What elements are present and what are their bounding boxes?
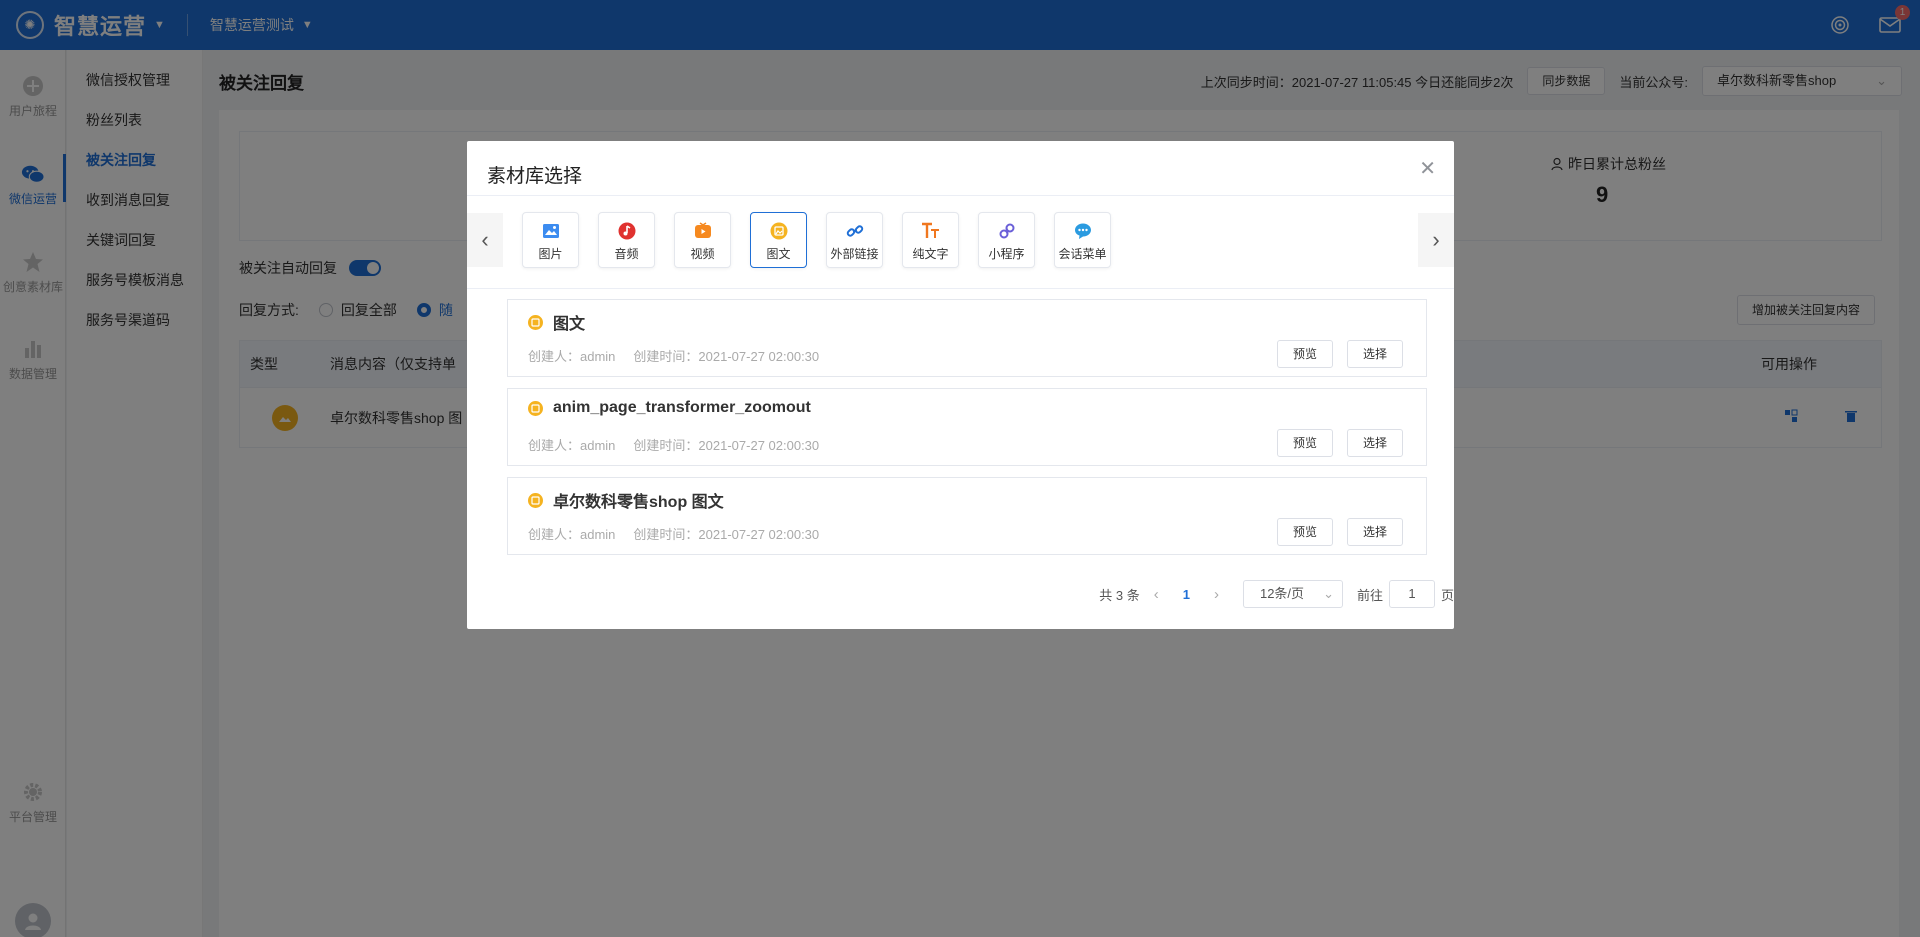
chat-menu-icon <box>1055 221 1110 241</box>
item-title: anim_page_transformer_zoomout <box>553 399 811 416</box>
dialog-title: 素材库选择 <box>487 166 583 187</box>
dialog-divider <box>467 288 1454 289</box>
item-creator: 创建人：admin <box>528 527 616 542</box>
article-icon <box>528 492 543 508</box>
pagination: 共 3 条 ‹ 1 › 12条/页 ⌄ 前往 1 页 <box>1099 579 1454 609</box>
select-button[interactable]: 选择 <box>1347 340 1403 368</box>
tab-label: 视频 <box>690 247 715 261</box>
material-library-dialog: 素材库选择 ✕ ‹ › 图片 音频 视频 图文 外部链接 纯文字 小程序 会话菜… <box>467 141 1454 629</box>
select-button[interactable]: 选择 <box>1347 429 1403 457</box>
item-title-row: anim_page_transformer_zoomout <box>528 399 811 417</box>
miniprogram-icon <box>979 221 1034 241</box>
tab-label: 小程序 <box>988 247 1025 261</box>
item-title: 图文 <box>553 316 586 333</box>
tab-plain-text[interactable]: 纯文字 <box>902 212 959 268</box>
tab-article[interactable]: 图文 <box>750 212 807 268</box>
chevron-left-icon: ‹ <box>481 227 489 252</box>
item-created-time: 创建时间：2021-07-27 02:00:30 <box>633 438 820 453</box>
list-item: 图文 创建人：admin 创建时间：2021-07-27 02:00:30 预览 … <box>507 299 1427 377</box>
chevron-down-icon: ⌄ <box>1323 586 1334 601</box>
goto-page-input[interactable]: 1 <box>1388 580 1435 608</box>
current-page[interactable]: 1 <box>1183 587 1190 602</box>
tab-mini-program[interactable]: 小程序 <box>978 212 1035 268</box>
tab-chat-menu[interactable]: 会话菜单 <box>1054 212 1111 268</box>
item-created-time: 创建时间：2021-07-27 02:00:30 <box>633 349 820 364</box>
pagination-total: 共 3 条 <box>1099 587 1140 603</box>
text-icon <box>903 221 958 241</box>
select-button[interactable]: 选择 <box>1347 518 1403 546</box>
tabs-prev-button[interactable]: ‹ <box>467 213 503 267</box>
item-title: 卓尔数科零售shop 图文 <box>553 494 724 511</box>
tab-label: 外部链接 <box>830 247 879 261</box>
tab-label: 图文 <box>766 247 791 261</box>
close-icon[interactable]: ✕ <box>1419 159 1436 179</box>
item-creator: 创建人：admin <box>528 438 616 453</box>
page-suffix: 页 <box>1440 587 1454 603</box>
video-icon <box>675 221 730 241</box>
item-meta: 创建人：admin 创建时间：2021-07-27 02:00:30 <box>528 524 819 543</box>
preview-button[interactable]: 预览 <box>1277 518 1333 546</box>
preview-button[interactable]: 预览 <box>1277 340 1333 368</box>
article-icon <box>751 221 806 241</box>
dialog-divider <box>467 195 1454 196</box>
tab-audio[interactable]: 音频 <box>598 212 655 268</box>
audio-icon <box>599 221 654 241</box>
preview-button[interactable]: 预览 <box>1277 429 1333 457</box>
list-item: anim_page_transformer_zoomout 创建人：admin 创… <box>507 388 1427 466</box>
link-icon <box>827 221 882 241</box>
list-item: 卓尔数科零售shop 图文 创建人：admin 创建时间：2021-07-27 0… <box>507 477 1427 555</box>
item-title-row: 卓尔数科零售shop 图文 <box>528 488 724 512</box>
tab-label: 纯文字 <box>912 247 949 261</box>
page-size-select[interactable]: 12条/页 ⌄ <box>1242 580 1343 608</box>
item-meta: 创建人：admin 创建时间：2021-07-27 02:00:30 <box>528 435 819 454</box>
tab-external-link[interactable]: 外部链接 <box>826 212 883 268</box>
tab-label: 会话菜单 <box>1058 247 1107 261</box>
next-page-button[interactable]: › <box>1214 586 1219 603</box>
tabs-next-button[interactable]: › <box>1418 213 1454 267</box>
item-title-row: 图文 <box>528 310 585 334</box>
article-icon <box>528 400 543 416</box>
chevron-right-icon: › <box>1432 227 1440 252</box>
item-created-time: 创建时间：2021-07-27 02:00:30 <box>633 527 820 542</box>
item-meta: 创建人：admin 创建时间：2021-07-27 02:00:30 <box>528 346 819 365</box>
item-creator: 创建人：admin <box>528 349 616 364</box>
tab-label: 图片 <box>538 247 563 261</box>
tab-video[interactable]: 视频 <box>674 212 731 268</box>
tab-label: 音频 <box>614 247 639 261</box>
goto-label: 前往 <box>1356 587 1383 603</box>
prev-page-button[interactable]: ‹ <box>1154 586 1159 603</box>
tab-image[interactable]: 图片 <box>522 212 579 268</box>
page-size-value: 12条/页 <box>1259 586 1305 601</box>
image-icon <box>523 221 578 241</box>
article-icon <box>528 314 543 330</box>
